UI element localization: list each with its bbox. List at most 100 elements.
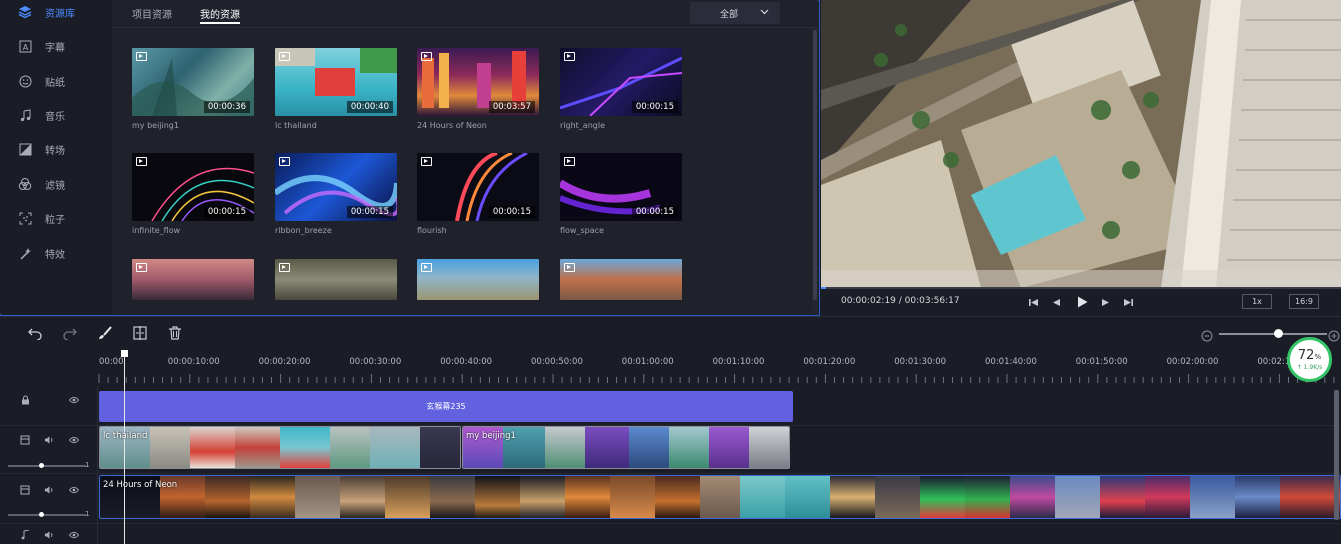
preview-progress-bar[interactable] — [821, 287, 1341, 289]
film-icon — [421, 157, 432, 166]
library-scrollbar-thumb[interactable] — [813, 30, 817, 300]
ruler-time-label: 00:01:20:00 — [803, 357, 856, 367]
duration-badge: 00:00:15 — [346, 206, 393, 218]
skip-to-start-icon[interactable] — [1028, 297, 1038, 307]
volume-icon[interactable] — [44, 435, 54, 445]
track-volume-slider[interactable] — [8, 514, 86, 516]
text-box-icon: A — [18, 39, 32, 53]
media-card[interactable]: 00:00:15 — [132, 153, 254, 221]
ruler-time-label: 00:01:50:00 — [1075, 357, 1128, 367]
redo-icon[interactable] — [62, 325, 78, 341]
film-icon — [564, 52, 575, 61]
zoom-in-icon[interactable] — [1328, 327, 1340, 342]
particles-icon — [18, 211, 32, 225]
media-card[interactable]: 00:03:57 — [417, 48, 539, 116]
network-percent-unit: % — [1314, 352, 1322, 361]
sidebar-item-label: 滤镜 — [45, 180, 65, 192]
media-card-name: flourish — [417, 226, 447, 235]
track-volume-value: 1 — [85, 461, 90, 469]
zoom-slider[interactable] — [1219, 333, 1327, 335]
media-card[interactable] — [417, 259, 539, 300]
track-volume-slider[interactable] — [8, 465, 86, 467]
volume-icon[interactable] — [44, 485, 54, 495]
video-clip-selected[interactable]: 24 Hours of Neon — [99, 475, 1341, 519]
sidebar-item-label: 转场 — [45, 145, 65, 157]
step-forward-icon[interactable] — [1101, 297, 1111, 307]
film-icon — [279, 52, 290, 61]
track-volume-handle[interactable] — [39, 512, 44, 517]
sidebar: 资源库 A 字幕 贴纸 音乐 转场 滤镜 粒子 特效 — [0, 0, 112, 314]
network-percent: 72 — [1297, 347, 1315, 363]
layers-icon — [18, 5, 32, 19]
eye-icon[interactable] — [69, 485, 79, 495]
sidebar-item-subtitle[interactable]: A 字幕 — [0, 29, 112, 63]
brush-icon[interactable] — [97, 325, 113, 341]
skip-to-end-icon[interactable] — [1123, 297, 1133, 307]
media-card-name: my beijing1 — [132, 121, 179, 130]
active-tab-indicator — [200, 22, 240, 24]
media-card-name: flow_space — [560, 226, 604, 235]
video-clip[interactable]: lc thailand — [99, 426, 461, 469]
zoom-slider-handle[interactable] — [1274, 329, 1283, 338]
film-icon — [279, 263, 290, 272]
playback-speed-button[interactable]: 1x — [1242, 294, 1272, 309]
sidebar-item-particles[interactable]: 粒子 — [0, 201, 112, 235]
zoom-out-icon[interactable] — [1201, 327, 1213, 342]
film-icon — [136, 157, 147, 166]
playhead[interactable] — [124, 352, 125, 544]
media-card-name: lc thailand — [275, 121, 317, 130]
media-card[interactable]: 00:00:40 — [275, 48, 397, 116]
ruler-time-label: 00:01:10:00 — [712, 357, 765, 367]
ruler-time-label: 00:00 — [99, 357, 124, 367]
sidebar-item-library[interactable]: 资源库 — [0, 0, 112, 29]
split-icon[interactable] — [132, 325, 148, 341]
tab-my-resources[interactable]: 我的资源 — [200, 6, 240, 21]
video-preview[interactable] — [821, 0, 1341, 288]
aspect-ratio-button[interactable]: 16:9 — [1289, 294, 1319, 309]
undo-icon[interactable] — [27, 325, 43, 341]
volume-icon[interactable] — [44, 530, 54, 540]
video-track-icon — [20, 435, 30, 445]
sidebar-item-label: 特效 — [45, 249, 65, 261]
media-card[interactable] — [560, 259, 682, 300]
lock-icon[interactable] — [20, 395, 30, 405]
media-card[interactable] — [275, 259, 397, 300]
sidebar-item-transition[interactable]: 转场 — [0, 132, 112, 166]
sidebar-item-effects[interactable]: 特效 — [0, 236, 112, 270]
timeline-toolbar — [0, 316, 1341, 352]
media-card[interactable] — [132, 259, 254, 300]
film-icon — [564, 157, 575, 166]
sidebar-item-filter[interactable]: 滤镜 — [0, 167, 112, 201]
filter-dropdown[interactable]: 全部 — [690, 2, 780, 24]
tab-project-resources[interactable]: 项目资源 — [132, 6, 172, 21]
track-volume-handle[interactable] — [39, 463, 44, 468]
ruler-time-label: 00:01:30:00 — [894, 357, 947, 367]
media-card[interactable]: 00:00:15 — [560, 153, 682, 221]
playhead-handle[interactable] — [121, 350, 128, 357]
music-note-icon — [18, 108, 32, 122]
play-icon[interactable] — [1076, 295, 1089, 308]
film-icon — [421, 52, 432, 61]
eye-icon[interactable] — [69, 395, 79, 405]
film-icon — [421, 263, 432, 272]
transition-icon — [18, 142, 32, 156]
step-back-icon[interactable] — [1050, 297, 1060, 307]
eye-icon[interactable] — [69, 435, 79, 445]
film-icon — [279, 157, 290, 166]
media-card[interactable]: 00:00:36 — [132, 48, 254, 116]
timeline-scrollbar[interactable] — [1334, 390, 1339, 520]
film-icon — [136, 263, 147, 272]
video-clip[interactable]: my beijing1 — [462, 426, 790, 469]
magic-wand-icon — [18, 246, 32, 260]
sidebar-item-label: 贴纸 — [45, 77, 65, 89]
subtitle-clip[interactable]: 玄猴幕235 — [99, 391, 793, 422]
ruler-time-label: 00:00:40:00 — [440, 357, 493, 367]
media-card[interactable]: 00:00:15 — [417, 153, 539, 221]
sidebar-item-music[interactable]: 音乐 — [0, 98, 112, 132]
media-card[interactable]: 00:00:15 — [275, 153, 397, 221]
sidebar-item-sticker[interactable]: 贴纸 — [0, 64, 112, 98]
trash-icon[interactable] — [167, 325, 183, 341]
media-card[interactable]: 00:00:15 — [560, 48, 682, 116]
eye-icon[interactable] — [69, 530, 79, 540]
media-card-name: infinite_flow — [132, 226, 181, 235]
